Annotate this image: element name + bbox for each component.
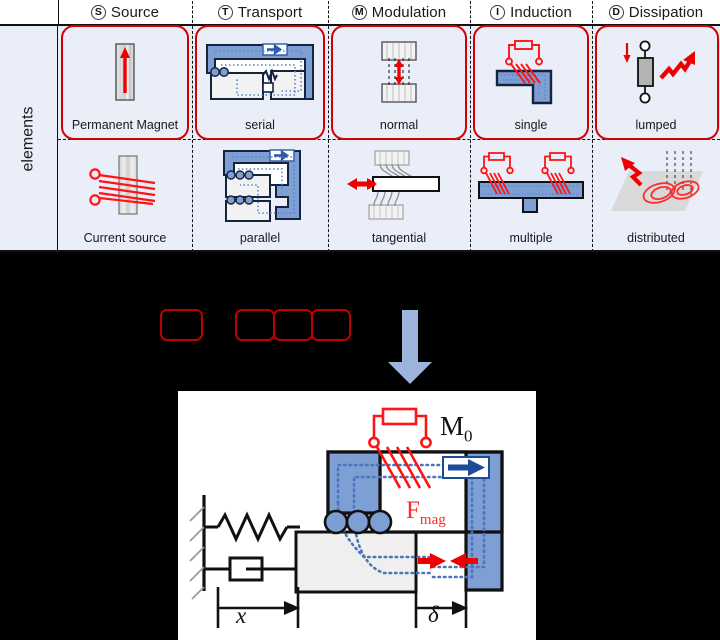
- permanent-magnet-icon: [58, 26, 192, 119]
- matrix-cell-label: parallel: [239, 230, 281, 245]
- column-code-icon-m: M: [351, 4, 367, 20]
- matrix-cell-label: serial: [245, 117, 275, 132]
- column-header-dissipation: D Dissipation: [592, 0, 720, 24]
- row-axis-label-text: elements: [19, 106, 37, 172]
- distributed-dissipation-icon: [592, 139, 720, 232]
- column-header-modulation: M Modulation: [328, 0, 470, 24]
- column-header-transport: T Transport: [192, 0, 328, 24]
- header-divider: [592, 1, 593, 23]
- matrix-cell-transport-serial[interactable]: serial: [192, 26, 328, 139]
- motion-direction-arrow-icon: [442, 456, 490, 479]
- header-divider: [470, 1, 471, 23]
- column-header-label: Dissipation: [628, 3, 704, 21]
- matrix-header-row: S Source T Transport M Modulation I Indu…: [0, 0, 720, 26]
- label-displacement: x: [236, 603, 247, 628]
- header-divider: [328, 1, 329, 23]
- header-divider: [192, 1, 193, 23]
- selection-chip-joined: [235, 309, 275, 341]
- matrix-cell-label: normal: [379, 117, 419, 132]
- matrix-cell-source-current-source[interactable]: Current source: [58, 139, 192, 252]
- selection-chip-joined: [311, 309, 351, 341]
- damper-icon: [204, 556, 300, 582]
- selection-chip-single: [160, 309, 203, 341]
- column-header-label: Transport: [237, 3, 303, 21]
- column-code-icon-s: S: [90, 4, 106, 20]
- column-header-induction: I Induction: [470, 0, 592, 24]
- matrix-cell-modulation-tangential[interactable]: tangential: [328, 139, 470, 252]
- label-magnetic-force: Fmag: [406, 497, 446, 528]
- label-gap: δ: [428, 602, 439, 627]
- matrix-cell-label: Permanent Magnet: [71, 117, 179, 132]
- matrix-cell-induction-single[interactable]: single: [470, 26, 592, 139]
- column-code-icon-d: D: [608, 4, 624, 20]
- matrix-cell-induction-multiple[interactable]: multiple: [470, 139, 592, 252]
- matrix-cell-source-permanent-magnet[interactable]: Permanent Magnet: [58, 26, 192, 139]
- fixed-ground-hatching-icon: [189, 495, 206, 600]
- matrix-body: elements Permanent Magnet serial normal …: [0, 25, 720, 252]
- single-coil-icon: [470, 26, 592, 119]
- serial-transport-icon: [192, 26, 328, 119]
- column-header-label: Modulation: [371, 3, 447, 21]
- matrix-cell-dissipation-distributed[interactable]: distributed: [592, 139, 720, 252]
- tangential-modulation-icon: [328, 139, 470, 232]
- column-header-label: Source: [110, 3, 160, 21]
- roller-bearing-icon: [323, 509, 393, 535]
- mover-body: [294, 530, 418, 594]
- lumped-dissipation-icon: [592, 26, 720, 119]
- down-arrow-icon: [380, 310, 440, 391]
- actuator-schematic: M0 Fmag x δ: [178, 391, 536, 640]
- column-code-icon-i: I: [490, 4, 506, 20]
- multiple-coil-icon: [470, 139, 592, 232]
- selection-band: [0, 252, 720, 392]
- matrix-cell-dissipation-lumped[interactable]: lumped: [592, 26, 720, 139]
- matrix-cell-label: multiple: [509, 230, 553, 245]
- matrix-cell-label: Current source: [83, 230, 167, 245]
- matrix-cell-label: distributed: [627, 230, 685, 245]
- column-header-source: S Source: [58, 0, 192, 24]
- spring-icon: [204, 511, 300, 543]
- morphological-matrix: S Source T Transport M Modulation I Indu…: [0, 0, 720, 252]
- label-mover-mass: M0: [440, 411, 473, 446]
- matrix-cell-label: tangential: [371, 230, 427, 245]
- schematic-drawing: [189, 407, 504, 628]
- matrix-cell-transport-parallel[interactable]: parallel: [192, 139, 328, 252]
- matrix-cell-modulation-normal[interactable]: normal: [328, 26, 470, 139]
- row-axis-label: elements: [0, 26, 58, 252]
- figure-root: S Source T Transport M Modulation I Indu…: [0, 0, 720, 640]
- normal-modulation-icon: [328, 26, 470, 119]
- current-source-icon: [58, 139, 192, 232]
- selection-chip-joined: [273, 309, 313, 341]
- column-code-icon-t: T: [217, 4, 233, 20]
- matrix-cell-label: single: [514, 117, 548, 132]
- parallel-transport-icon: [192, 139, 328, 232]
- matrix-cell-label: lumped: [635, 117, 677, 132]
- column-header-label: Induction: [510, 3, 572, 21]
